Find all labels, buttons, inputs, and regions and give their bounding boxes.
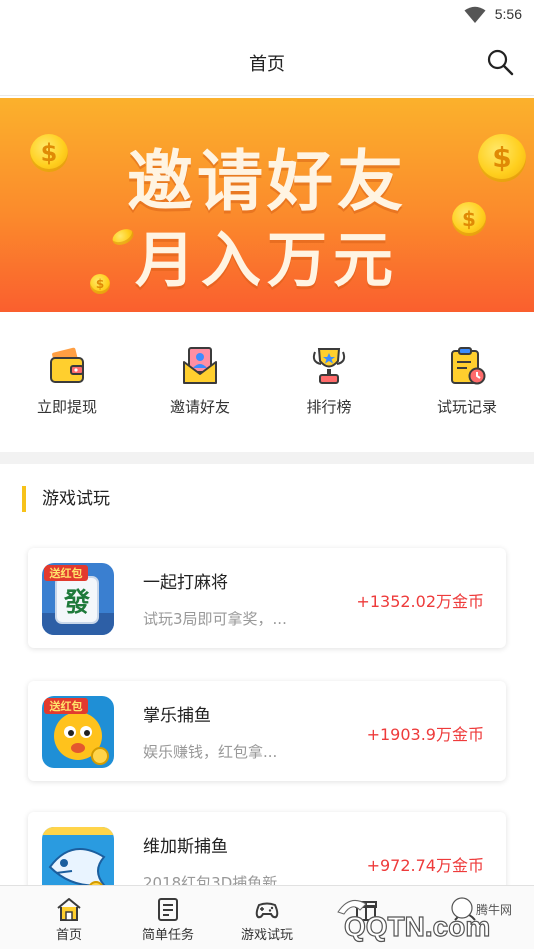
- wifi-icon: [464, 6, 486, 23]
- mahjong-game-icon: 發 送红包: [42, 563, 114, 635]
- banner-headline: 邀请好友: [127, 143, 407, 220]
- app-header: 首页: [0, 30, 534, 96]
- search-icon[interactable]: [486, 48, 514, 76]
- game-name: 维加斯捕鱼: [143, 837, 228, 857]
- trial-records-label: 试玩记录: [436, 398, 497, 416]
- leaderboard-label: 排行榜: [306, 398, 352, 416]
- invite-banner[interactable]: $ $ $ $ 邀请好友 月入万元: [0, 98, 534, 312]
- home-icon: [57, 898, 81, 921]
- status-time: 5:56: [494, 6, 522, 22]
- qqtn-watermark: QQTN.com 腾牛网: [337, 897, 512, 943]
- trophy-icon: [312, 348, 346, 384]
- nav-game-trial[interactable]: 游戏试玩: [218, 886, 316, 949]
- game-name: 掌乐捕鱼: [143, 706, 211, 726]
- section-title: 游戏试玩: [22, 486, 110, 512]
- nav-home[interactable]: 首页: [20, 886, 118, 949]
- game-description: 娱乐赚钱，红包拿...: [143, 743, 278, 761]
- game-reward: +1352.02万金币: [356, 592, 484, 611]
- game-name: 一起打麻将: [143, 573, 228, 593]
- wallet-icon: [50, 347, 84, 383]
- nav-home-label: 首页: [55, 928, 82, 943]
- section-divider: [0, 452, 534, 464]
- leaderboard-button[interactable]: 排行榜: [262, 346, 396, 436]
- nav-simple-tasks-label: 简单任务: [141, 928, 194, 943]
- invite-friends-button[interactable]: 邀请好友: [133, 346, 267, 436]
- game-reward: +972.74万金币: [366, 856, 484, 875]
- status-bar: 5:56: [0, 0, 534, 30]
- page-title: 首页: [249, 54, 285, 75]
- invite-friends-label: 邀请好友: [169, 398, 230, 416]
- trial-records-button[interactable]: 试玩记录: [400, 346, 534, 436]
- game-card-mahjong[interactable]: 發 送红包 一起打麻将 试玩3局即可拿奖，... +1352.02万金币: [28, 548, 506, 648]
- watermark-brand: 腾牛网: [476, 902, 512, 917]
- withdraw-label: 立即提现: [36, 398, 97, 416]
- task-list-icon: [158, 898, 178, 921]
- mahjong-tile-glyph: 發: [63, 588, 91, 618]
- red-packet-badge: 送红包: [49, 566, 83, 580]
- game-card-fishing[interactable]: 送红包 掌乐捕鱼 娱乐赚钱，红包拿... +1903.9万金币: [28, 681, 506, 781]
- nav-game-trial-label: 游戏试玩: [240, 928, 293, 943]
- withdraw-button[interactable]: 立即提现: [0, 346, 134, 436]
- banner-subheadline: 月入万元: [135, 226, 399, 296]
- fishing-game-icon: 送红包: [42, 696, 114, 768]
- game-description: 试玩3局即可拿奖，...: [143, 610, 287, 628]
- clipboard-clock-icon: [451, 347, 486, 385]
- quick-actions: 立即提现 邀请好友 排行榜 试玩记录: [0, 312, 534, 452]
- red-packet-badge: 送红包: [49, 699, 83, 713]
- game-reward: +1903.9万金币: [366, 725, 484, 744]
- invite-envelope-icon: [183, 347, 217, 384]
- gamepad-icon: [255, 902, 279, 919]
- nav-simple-tasks[interactable]: 简单任务: [119, 886, 217, 949]
